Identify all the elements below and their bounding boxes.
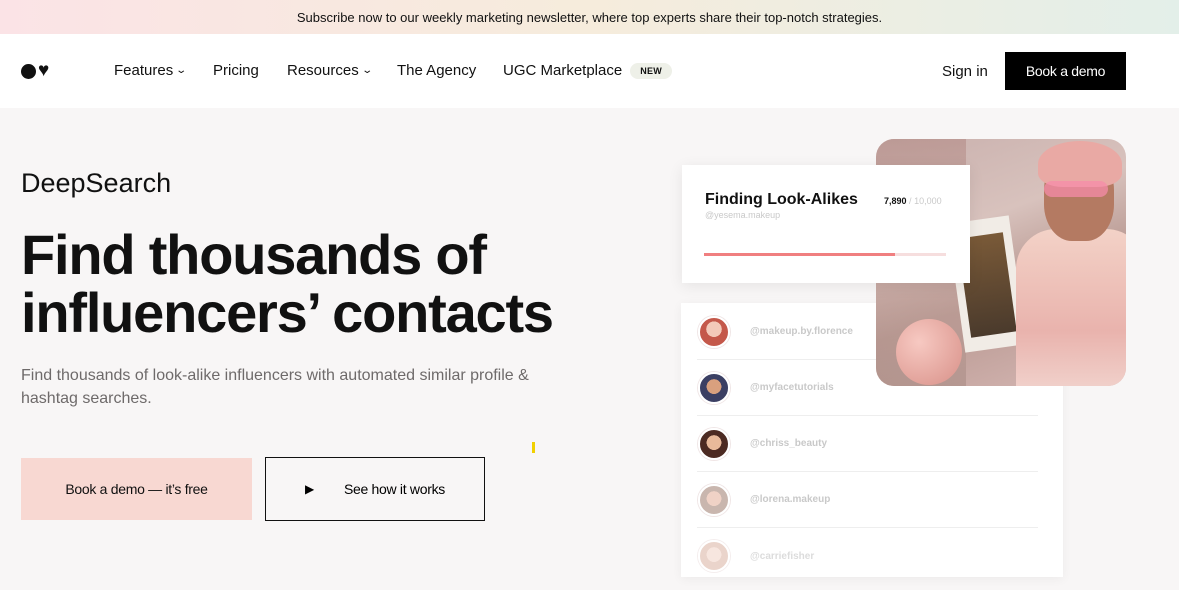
photo-ball: [896, 319, 962, 385]
dot-logo-icon: [21, 64, 36, 79]
hero-headline: Find thousands of influencers’ contacts: [21, 223, 554, 344]
nav-ugc-marketplace-label: UGC Marketplace: [503, 62, 623, 79]
sign-in-link[interactable]: Sign in: [942, 63, 988, 80]
top-nav: ♥ Features ⌄ Pricing Resources ⌄ The Age…: [0, 34, 1179, 108]
nav-the-agency[interactable]: The Agency: [397, 62, 476, 79]
text-cursor-marker: [532, 442, 535, 453]
chevron-down-icon: ⌄: [361, 65, 373, 76]
nav-the-agency-label: The Agency: [397, 62, 477, 79]
photo-jacket: [1016, 229, 1126, 386]
list-item[interactable]: @chriss_beauty: [697, 416, 1038, 472]
metric-title: Finding Look-Alikes: [705, 191, 858, 208]
book-demo-free-button[interactable]: Book a demo — it’s free: [21, 458, 252, 520]
see-how-it-works-label: See how it works: [343, 481, 445, 497]
see-how-it-works-button[interactable]: ▶ See how it works: [265, 457, 485, 521]
list-item[interactable]: @lorena.makeup: [697, 472, 1038, 528]
nav-resources-label: Resources: [287, 62, 359, 79]
product-eyebrow: DeepSearch: [21, 168, 172, 198]
influencer-handle: @chriss_beauty: [750, 438, 828, 449]
nav-features-label: Features: [114, 62, 174, 79]
metric-handle: @yesema.makeup: [705, 210, 781, 220]
chevron-down-icon: ⌄: [175, 65, 188, 76]
look-alike-progress-card: Finding Look-Alikes @yesema.makeup 7,890…: [682, 165, 970, 283]
nav-resources[interactable]: Resources ⌄: [287, 62, 373, 79]
metric-separator: /: [909, 196, 912, 206]
metric-total: 10,000: [914, 196, 942, 206]
nav-ugc-marketplace[interactable]: UGC Marketplace NEW: [503, 62, 673, 79]
newsletter-banner[interactable]: Subscribe now to our weekly marketing ne…: [0, 0, 1179, 34]
avatar: [698, 427, 730, 460]
hero-subtitle: Find thousands of look-alike influencers…: [21, 367, 529, 407]
nav-pricing-label: Pricing: [213, 62, 259, 79]
metric-count-value: 7,890: [884, 196, 907, 206]
metric-count: 7,890 / 10,000: [884, 196, 942, 206]
new-badge: NEW: [630, 62, 673, 79]
list-item[interactable]: @carriefisher: [697, 528, 1038, 584]
brand-logo[interactable]: ♥: [21, 60, 57, 81]
banner-text[interactable]: Subscribe now to our weekly marketing ne…: [297, 10, 882, 25]
influencer-handle: @lorena.makeup: [750, 494, 831, 505]
influencer-handle: @makeup.by.florence: [750, 326, 853, 337]
nav-book-demo-button[interactable]: Book a demo: [1005, 52, 1126, 90]
progress-fill: [704, 253, 895, 256]
nav-pricing[interactable]: Pricing: [213, 62, 259, 79]
avatar: [698, 540, 730, 572]
avatar: [698, 483, 730, 516]
avatar: [698, 371, 730, 404]
progress-bar: [704, 253, 946, 256]
avatar: [698, 315, 730, 348]
influencer-handle: @carriefisher: [750, 550, 815, 562]
photo-glasses: [1044, 181, 1108, 197]
nav-features[interactable]: Features ⌄: [114, 62, 188, 79]
heart-logo-icon: ♥: [38, 60, 50, 81]
play-icon: ▶: [305, 482, 314, 496]
influencer-handle: @myfacetutorials: [750, 382, 834, 393]
